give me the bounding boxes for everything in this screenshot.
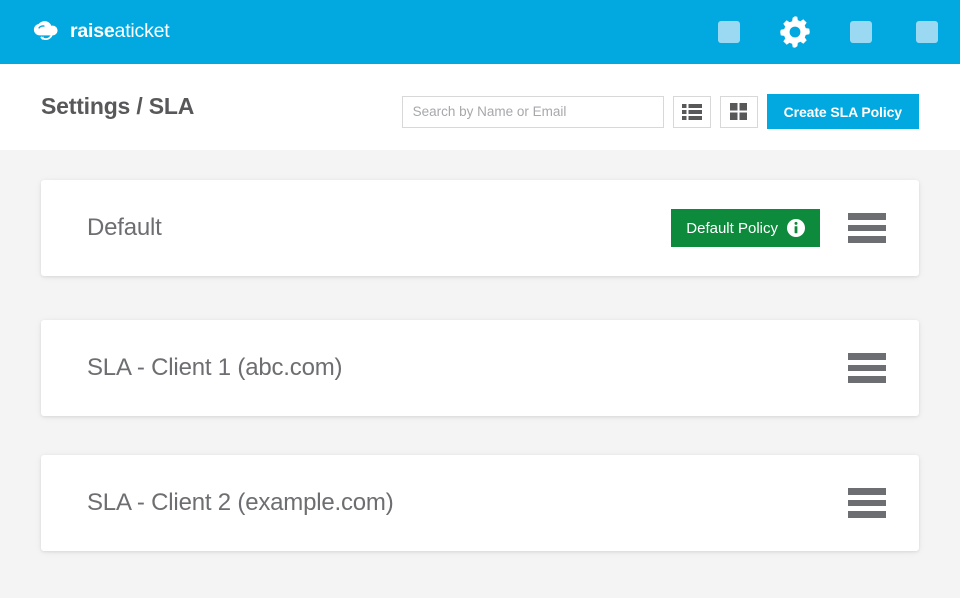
policy-card-actions: Default Policy (671, 209, 886, 247)
hamburger-menu-icon (848, 236, 886, 244)
hamburger-menu-icon (848, 353, 886, 360)
hamburger-menu-icon (848, 224, 886, 232)
grid-view-icon (730, 103, 748, 120)
hamburger-menu-icon (848, 499, 886, 507)
policy-name: SLA - Client 1 (abc.com) (87, 354, 343, 381)
hamburger-menu-icon (848, 213, 886, 220)
hamburger-menu-icon (848, 376, 886, 384)
nav-placeholder-2[interactable] (828, 0, 894, 64)
nav-placeholder-3[interactable] (894, 0, 960, 64)
nav-placeholder-1[interactable] (696, 0, 762, 64)
grid-view-button[interactable] (719, 95, 758, 128)
policy-card[interactable]: Default Default Policy (41, 180, 919, 276)
top-navigation-actions (696, 0, 960, 64)
policy-list: Default Default Policy SLA - Client 1 (a… (0, 150, 960, 598)
search-input[interactable] (401, 95, 664, 128)
policy-menu-button[interactable] (848, 353, 886, 384)
top-navigation-bar: raiseaticket (0, 0, 960, 64)
square-placeholder-icon (916, 21, 938, 43)
default-policy-badge[interactable]: Default Policy (671, 209, 820, 247)
hamburger-menu-icon (848, 364, 886, 372)
toolbar: Create SLA Policy (401, 94, 919, 129)
page-title: Settings / SLA (41, 93, 195, 119)
policy-menu-button[interactable] (848, 488, 886, 519)
policy-name: Default (87, 214, 162, 241)
hamburger-menu-icon (848, 488, 886, 495)
brand-name-bold: raise (70, 20, 115, 43)
square-placeholder-icon (850, 21, 872, 43)
create-sla-policy-button[interactable]: Create SLA Policy (766, 94, 919, 129)
info-icon (787, 219, 805, 237)
policy-card-actions (848, 488, 886, 519)
gear-icon (780, 16, 810, 48)
square-placeholder-icon (718, 21, 740, 43)
policy-menu-button[interactable] (848, 213, 886, 244)
policy-card[interactable]: SLA - Client 2 (example.com) (41, 455, 919, 551)
policy-card-actions (848, 353, 886, 384)
policy-card[interactable]: SLA - Client 1 (abc.com) (41, 320, 919, 416)
brand-logo-link[interactable]: raiseaticket (31, 19, 170, 45)
nav-settings[interactable] (762, 0, 828, 64)
brand-name-light: aticket (114, 20, 170, 43)
cloud-refresh-icon (33, 21, 58, 41)
page-header: Settings / SLA Search by Name or Email C… (0, 64, 960, 150)
list-view-icon (681, 103, 702, 120)
policy-name: SLA - Client 2 (example.com) (87, 489, 394, 516)
list-view-button[interactable] (672, 95, 711, 128)
brand-name: raiseaticket (70, 22, 170, 42)
application-window: raiseaticket Settings / SLA Search by Na… (0, 0, 960, 598)
hamburger-menu-icon (848, 511, 886, 519)
default-policy-badge-label: Default Policy (686, 219, 778, 237)
